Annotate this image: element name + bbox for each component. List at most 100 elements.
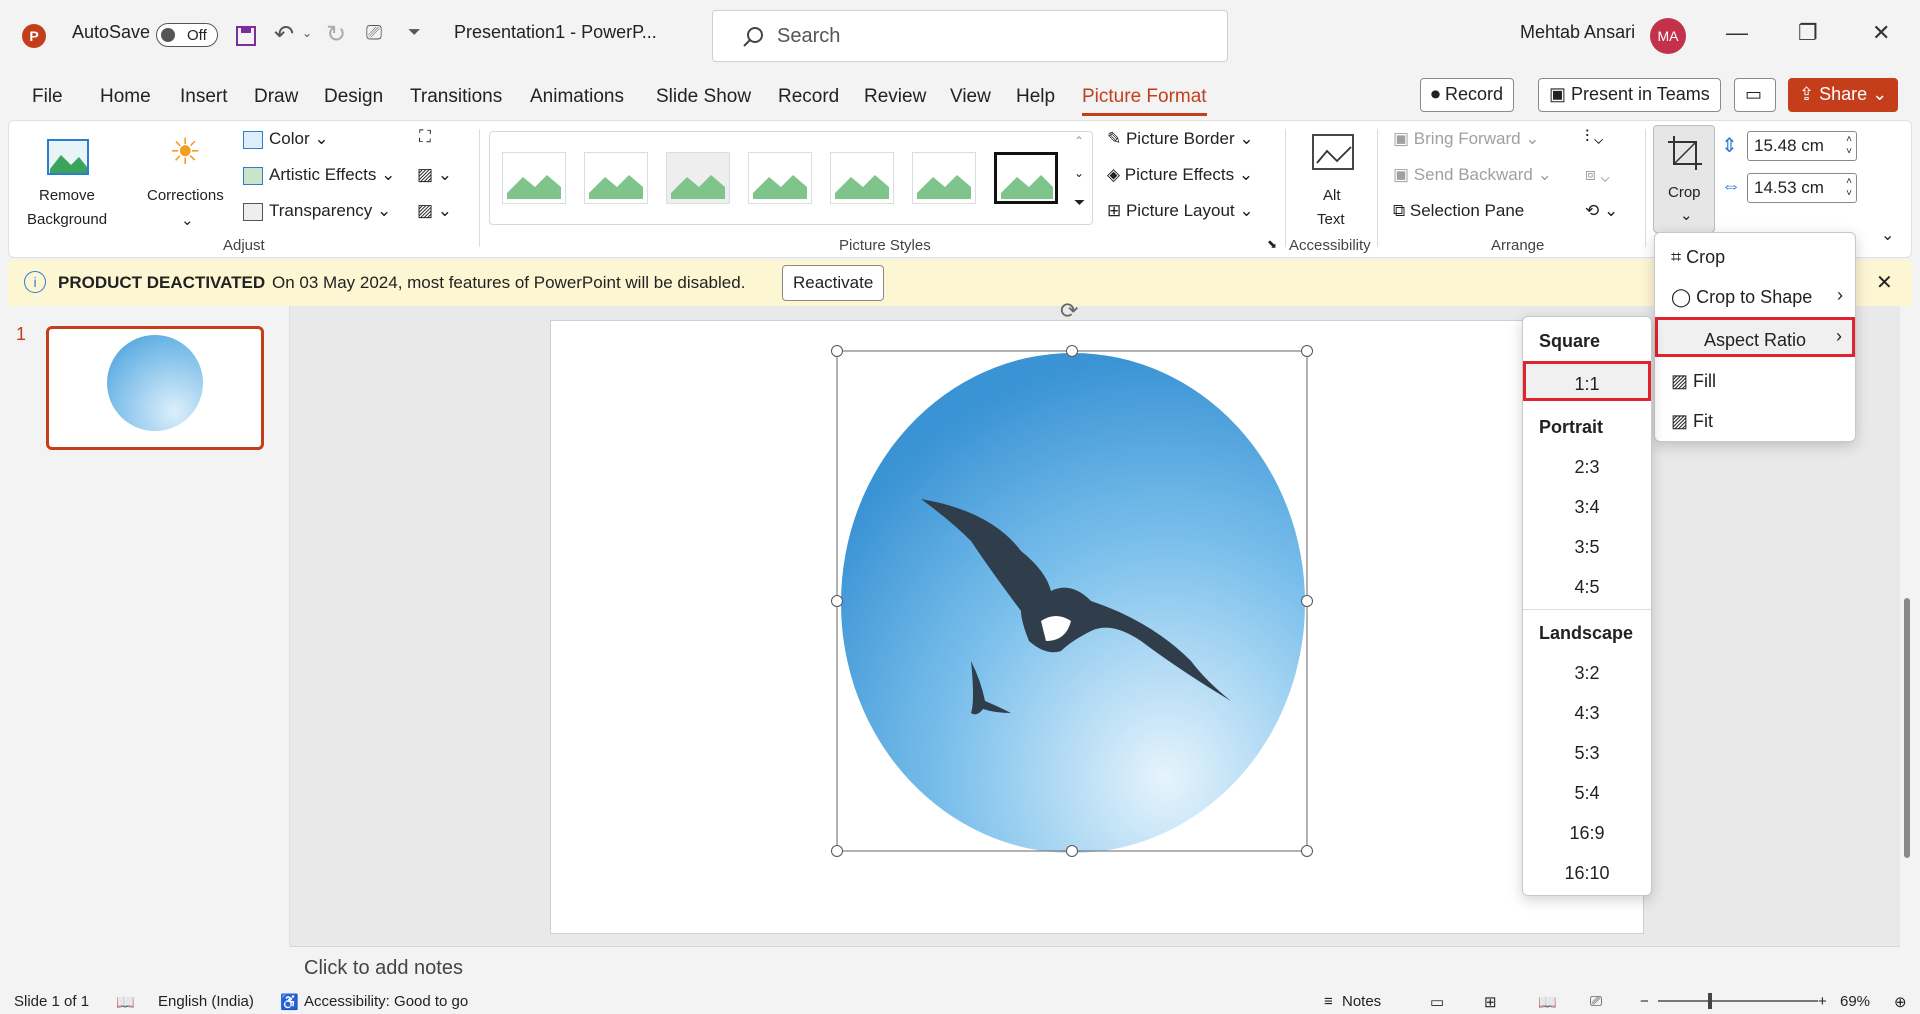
picture-selection[interactable] xyxy=(551,321,1645,935)
resize-handle-e[interactable] xyxy=(1301,595,1313,607)
gallery-scroll-down-icon[interactable]: ⌄ xyxy=(1074,166,1084,180)
present-in-teams-button[interactable]: ▣ Present in Teams xyxy=(1538,78,1721,112)
width-input[interactable]: 14.53 cm ˄ ˅ xyxy=(1747,173,1857,203)
crop-button[interactable]: Crop ⌄ xyxy=(1653,125,1715,233)
present-from-beginning-icon[interactable]: ⎚ xyxy=(366,22,382,45)
height-spinner-icon[interactable]: ˄ ˅ xyxy=(1846,134,1852,158)
ratio-1-1[interactable]: 1:1 xyxy=(1523,361,1651,401)
remove-background-button[interactable]: Remove Background xyxy=(17,129,117,239)
picture-layout-button[interactable]: ⊞ Picture Layout ⌄ xyxy=(1107,201,1254,221)
tab-record[interactable]: Record xyxy=(778,86,839,108)
accessibility-status[interactable]: Accessibility: Good to go xyxy=(304,993,468,1010)
notification-close-icon[interactable]: ✕ xyxy=(1876,270,1893,295)
picture-style-1[interactable] xyxy=(502,152,566,204)
undo-icon[interactable]: ↶ xyxy=(274,20,294,49)
tab-home[interactable]: Home xyxy=(100,86,151,108)
tab-view[interactable]: View xyxy=(950,86,991,108)
comments-button[interactable]: ▭ xyxy=(1734,78,1776,112)
tab-insert[interactable]: Insert xyxy=(180,86,228,108)
crop-menu-item-crop-to-shape[interactable]: ◯ Crop to Shape › xyxy=(1655,277,1855,317)
autosave-toggle[interactable]: Off xyxy=(156,23,218,47)
reading-view-icon[interactable]: 📖 xyxy=(1538,993,1557,1011)
corrections-button[interactable]: ☀ Corrections ⌄ xyxy=(137,129,237,239)
tab-animations[interactable]: Animations xyxy=(530,86,624,108)
zoom-in-icon[interactable]: + xyxy=(1818,993,1827,1010)
scrollbar-thumb[interactable] xyxy=(1904,598,1910,858)
language-status[interactable]: English (India) xyxy=(158,993,254,1010)
ribbon-collapse-icon[interactable]: ⌄ xyxy=(1881,225,1894,245)
ratio-16-9[interactable]: 16:9 xyxy=(1523,813,1651,853)
picture-style-4[interactable] xyxy=(748,152,812,204)
slide-thumbnail[interactable] xyxy=(46,326,264,450)
gallery-scroll-up-icon[interactable]: ⌃ xyxy=(1074,134,1084,148)
picture-style-6[interactable] xyxy=(912,152,976,204)
tab-slide-show[interactable]: Slide Show xyxy=(656,86,751,108)
share-button[interactable]: ⇪ Share ⌄ xyxy=(1788,78,1899,112)
zoom-slider-thumb[interactable] xyxy=(1708,993,1712,1009)
picture-border-button[interactable]: ✎ Picture Border ⌄ xyxy=(1107,129,1254,149)
gallery-more-icon[interactable]: ⏷ xyxy=(1074,194,1085,211)
notes-toggle[interactable]: Notes xyxy=(1342,993,1381,1010)
crop-menu-item-crop[interactable]: ⌗ Crop xyxy=(1655,237,1855,277)
tab-picture-format[interactable]: Picture Format xyxy=(1082,86,1207,116)
notes-pane[interactable]: Click to add notes xyxy=(290,946,1900,988)
align-icon[interactable]: ⫶ ⌄ xyxy=(1585,127,1603,147)
ratio-4-5[interactable]: 4:5 xyxy=(1523,567,1651,607)
bring-forward-button[interactable]: ▣ Bring Forward ⌄ xyxy=(1393,129,1540,149)
picture-style-5[interactable] xyxy=(830,152,894,204)
undo-dropdown-icon[interactable]: ⌄ xyxy=(302,26,312,40)
tab-file[interactable]: File xyxy=(32,86,63,108)
width-spinner-icon[interactable]: ˄ ˅ xyxy=(1846,176,1852,200)
crop-menu-item-aspect-ratio[interactable]: Aspect Ratio › xyxy=(1655,317,1855,357)
reset-picture-icon[interactable]: ▨ ⌄ xyxy=(417,201,452,221)
ratio-3-2[interactable]: 3:2 xyxy=(1523,653,1651,693)
zoom-out-icon[interactable]: − xyxy=(1640,993,1649,1010)
zoom-level[interactable]: 69% xyxy=(1840,993,1870,1010)
crop-menu-item-fill[interactable]: ▨ Fill xyxy=(1655,361,1855,401)
ratio-16-10[interactable]: 16:10 xyxy=(1523,853,1651,893)
compress-pictures-icon[interactable]: ⛶ xyxy=(419,127,431,147)
picture-style-2[interactable] xyxy=(584,152,648,204)
zoom-slider[interactable] xyxy=(1658,993,1818,1009)
picture-styles-gallery[interactable]: ⌃ ⌄ ⏷ xyxy=(489,131,1093,225)
reactivate-button[interactable]: Reactivate xyxy=(782,265,885,301)
customize-toolbar-icon[interactable]: ⏷ xyxy=(408,24,421,42)
resize-handle-se[interactable] xyxy=(1301,845,1313,857)
tab-transitions[interactable]: Transitions xyxy=(410,86,502,108)
transparency-button[interactable]: Transparency ⌄ xyxy=(243,201,391,221)
fit-to-window-icon[interactable]: ⊕ xyxy=(1894,993,1907,1011)
rotate-icon[interactable]: ⟲ ⌄ xyxy=(1585,201,1618,221)
selection-pane-button[interactable]: ⧉ Selection Pane xyxy=(1393,201,1524,221)
ratio-3-5[interactable]: 3:5 xyxy=(1523,527,1651,567)
resize-handle-n[interactable] xyxy=(1066,345,1078,357)
change-picture-icon[interactable]: ▨ ⌄ xyxy=(417,165,452,185)
tab-draw[interactable]: Draw xyxy=(254,86,298,108)
slide[interactable] xyxy=(550,320,1644,934)
picture-effects-button[interactable]: ◈ Picture Effects ⌄ xyxy=(1107,165,1253,185)
resize-handle-nw[interactable] xyxy=(831,345,843,357)
group-icon[interactable]: ⧈ ⌄ xyxy=(1585,165,1610,185)
artistic-effects-button[interactable]: Artistic Effects ⌄ xyxy=(243,165,395,185)
ratio-5-4[interactable]: 5:4 xyxy=(1523,773,1651,813)
crop-menu-item-fit[interactable]: ▨ Fit xyxy=(1655,401,1855,441)
ratio-3-4[interactable]: 3:4 xyxy=(1523,487,1651,527)
ratio-5-3[interactable]: 5:3 xyxy=(1523,733,1651,773)
color-button[interactable]: Color ⌄ xyxy=(243,129,329,149)
picture-style-3[interactable] xyxy=(666,152,730,204)
restore-icon[interactable]: ❐ xyxy=(1798,20,1818,46)
alt-text-button[interactable]: Alt Text xyxy=(1295,129,1371,239)
minimize-icon[interactable]: — xyxy=(1726,20,1748,46)
resize-handle-s[interactable] xyxy=(1066,845,1078,857)
vertical-scrollbar[interactable] xyxy=(1902,308,1912,918)
normal-view-icon[interactable]: ▭ xyxy=(1430,993,1444,1011)
save-icon[interactable] xyxy=(236,26,256,46)
slideshow-view-icon[interactable]: ⎚ xyxy=(1590,993,1602,1010)
close-icon[interactable]: ✕ xyxy=(1872,20,1890,46)
resize-handle-ne[interactable] xyxy=(1301,345,1313,357)
height-input[interactable]: 15.48 cm ˄ ˅ xyxy=(1747,131,1857,161)
tab-design[interactable]: Design xyxy=(324,86,383,108)
redo-icon[interactable]: ↻ xyxy=(326,20,346,49)
dialog-launcher-icon[interactable]: ⬊ xyxy=(1267,237,1277,251)
picture-style-7[interactable] xyxy=(994,152,1058,204)
slide-sorter-icon[interactable]: ⊞ xyxy=(1484,993,1497,1011)
